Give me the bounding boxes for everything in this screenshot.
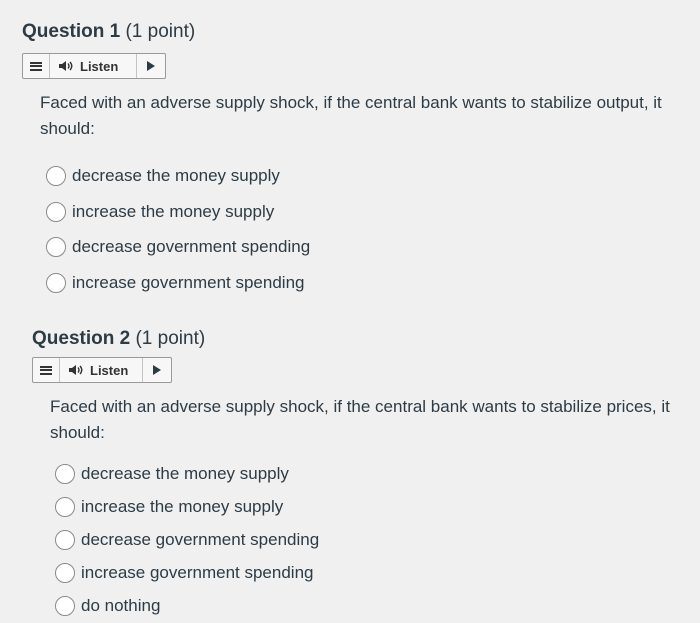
option-label: increase the money supply [81,497,284,516]
question-1-prompt: Faced with an adverse supply shock, if t… [40,93,662,138]
option-label: decrease the money supply [81,464,289,483]
question-1-option[interactable]: decrease the money supply [46,166,280,186]
question-number: Question 1 [22,21,121,42]
question-1-title: Question 1 (1 point) [22,21,195,43]
play-icon [147,61,155,71]
listen-label: Listen [80,58,119,74]
option-label: increase government spending [81,563,314,582]
speaker-icon [59,61,73,71]
listen-toolbar-1: Listen [22,53,166,79]
question-1-option[interactable]: decrease government spending [46,237,310,257]
option-label: decrease government spending [72,237,311,256]
listen-label: Listen [90,362,129,378]
radio-button[interactable] [55,497,75,517]
question-1-option[interactable]: increase the money supply [46,202,274,222]
radio-button[interactable] [55,530,75,550]
listen-button[interactable]: Listen [50,59,118,74]
question-points: (1 point) [135,328,206,349]
play-icon [153,365,161,375]
radio-button[interactable] [55,563,75,583]
question-1-option[interactable]: increase government spending [46,273,304,293]
speaker-icon [69,365,83,375]
option-label: decrease government spending [81,530,320,549]
question-2-title: Question 2 (1 point) [32,328,205,350]
radio-button[interactable] [55,464,75,484]
menu-icon[interactable] [23,54,50,78]
listen-button[interactable]: Listen [60,363,128,378]
option-label: decrease the money supply [72,166,280,185]
radio-button[interactable] [46,273,66,293]
radio-button[interactable] [46,237,66,257]
option-label: increase government spending [72,273,305,292]
option-label: increase the money supply [72,202,275,221]
question-2-prompt: Faced with an adverse supply shock, if t… [50,397,670,442]
question-2-option[interactable]: increase government spending [55,563,313,583]
radio-button[interactable] [55,596,75,616]
question-2-option[interactable]: increase the money supply [55,497,283,517]
question-2-option[interactable]: decrease the money supply [55,464,289,484]
radio-button[interactable] [46,202,66,222]
question-number: Question 2 [32,328,131,349]
play-button[interactable] [136,54,165,78]
radio-button[interactable] [46,166,66,186]
option-label: do nothing [81,596,161,615]
question-2-option[interactable]: do nothing [55,596,160,616]
listen-toolbar-2: Listen [32,357,172,383]
question-2-option[interactable]: decrease government spending [55,530,319,550]
play-button[interactable] [142,358,171,382]
question-points: (1 point) [125,21,196,42]
menu-icon[interactable] [33,358,60,382]
